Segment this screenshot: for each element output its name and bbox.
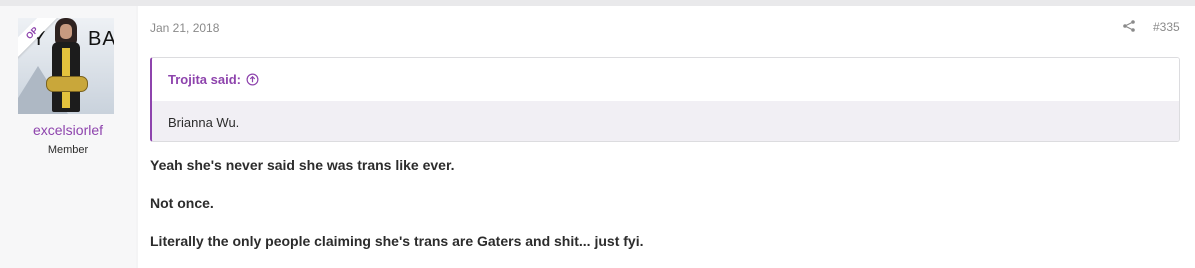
post-body: Jan 21, 2018 #335 Trojita said: Brianna … bbox=[138, 6, 1195, 268]
user-title: Member bbox=[47, 144, 89, 156]
user-panel: Y BAY OP excelsiorlef Member bbox=[0, 6, 136, 268]
username-link[interactable]: excelsiorlef bbox=[0, 122, 136, 138]
post-number-link[interactable]: #335 bbox=[1153, 20, 1180, 34]
quote-attribution[interactable]: Trojita said: bbox=[168, 72, 241, 87]
avatar[interactable]: Y BAY OP bbox=[18, 18, 114, 114]
message-paragraph: Literally the only people claiming she's… bbox=[150, 233, 644, 249]
arrow-up-circle-icon[interactable] bbox=[246, 73, 259, 86]
avatar-text-right: BAY bbox=[88, 28, 114, 50]
share-icon[interactable] bbox=[1122, 19, 1136, 33]
message-paragraph: Yeah she's never said she was trans like… bbox=[150, 157, 455, 173]
quote-header[interactable]: Trojita said: bbox=[152, 58, 1179, 101]
quote-text: Brianna Wu. bbox=[152, 101, 1179, 141]
avatar-figure bbox=[46, 18, 88, 114]
quote-block: Trojita said: Brianna Wu. bbox=[150, 57, 1180, 142]
post-date[interactable]: Jan 21, 2018 bbox=[150, 21, 219, 35]
message-paragraph: Not once. bbox=[150, 195, 214, 211]
